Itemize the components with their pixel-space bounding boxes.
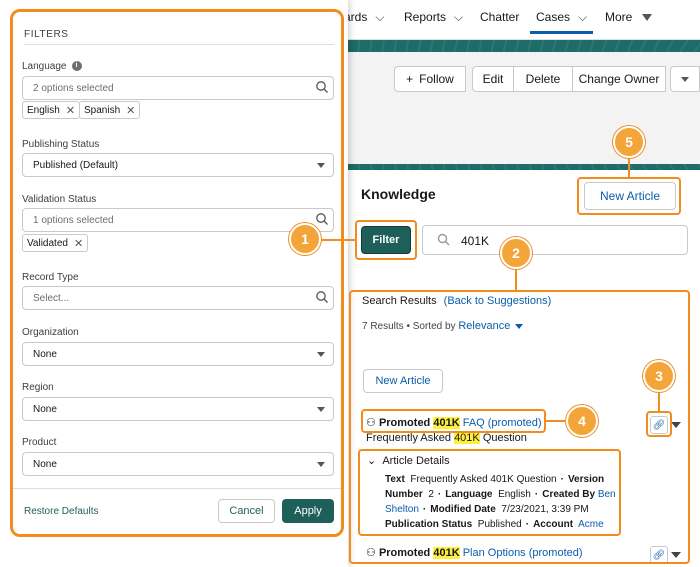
nav-item-more[interactable]: More — [605, 10, 653, 24]
callout-number-3: 3 — [643, 360, 675, 392]
caret-down-icon — [681, 76, 689, 82]
chevron-down-icon: ⌵ — [578, 10, 588, 24]
callout-connector — [628, 158, 630, 178]
callout-box-new-article — [577, 177, 681, 215]
caret-down-icon — [642, 14, 653, 22]
nav-item-dashboards[interactable]: ards ⌵ — [344, 10, 384, 25]
callout-box-filters — [10, 9, 344, 537]
plus-icon: + — [406, 72, 414, 86]
nav-item-cases[interactable]: Cases ⌵ — [530, 10, 594, 34]
callout-box-article-details — [358, 449, 621, 536]
edit-button[interactable]: Edit — [472, 66, 514, 92]
record-header-actions: + Follow Edit Delete Change Owner — [342, 52, 700, 164]
nav-item-chatter[interactable]: Chatter — [480, 10, 519, 24]
change-owner-button[interactable]: Change Owner — [572, 66, 666, 92]
callout-number-4: 4 — [566, 405, 598, 437]
callout-box-attach — [646, 411, 672, 437]
chevron-down-icon: ⌵ — [454, 10, 464, 24]
callout-connector — [515, 268, 517, 290]
nav-item-reports[interactable]: Reports ⌵ — [404, 10, 463, 25]
callout-connector — [320, 239, 356, 241]
search-icon — [437, 233, 450, 249]
chevron-down-icon: ⌵ — [375, 10, 385, 24]
search-value: 401K — [461, 234, 490, 248]
knowledge-title: Knowledge — [361, 186, 436, 202]
delete-button[interactable]: Delete — [513, 66, 573, 92]
knowledge-search-input[interactable]: 401K — [422, 225, 688, 255]
callout-box-article-title — [361, 409, 546, 433]
callout-connector — [658, 392, 660, 412]
callout-number-5: 5 — [613, 126, 645, 158]
callout-number-1: 1 — [289, 223, 321, 255]
callout-number-2: 2 — [500, 237, 532, 269]
top-nav-bar: ards ⌵ Reports ⌵ Chatter Cases ⌵ More — [322, 0, 700, 40]
actions-menu-button[interactable] — [670, 66, 700, 92]
callout-box-filter-button — [355, 220, 417, 260]
follow-button[interactable]: + Follow — [394, 66, 466, 92]
